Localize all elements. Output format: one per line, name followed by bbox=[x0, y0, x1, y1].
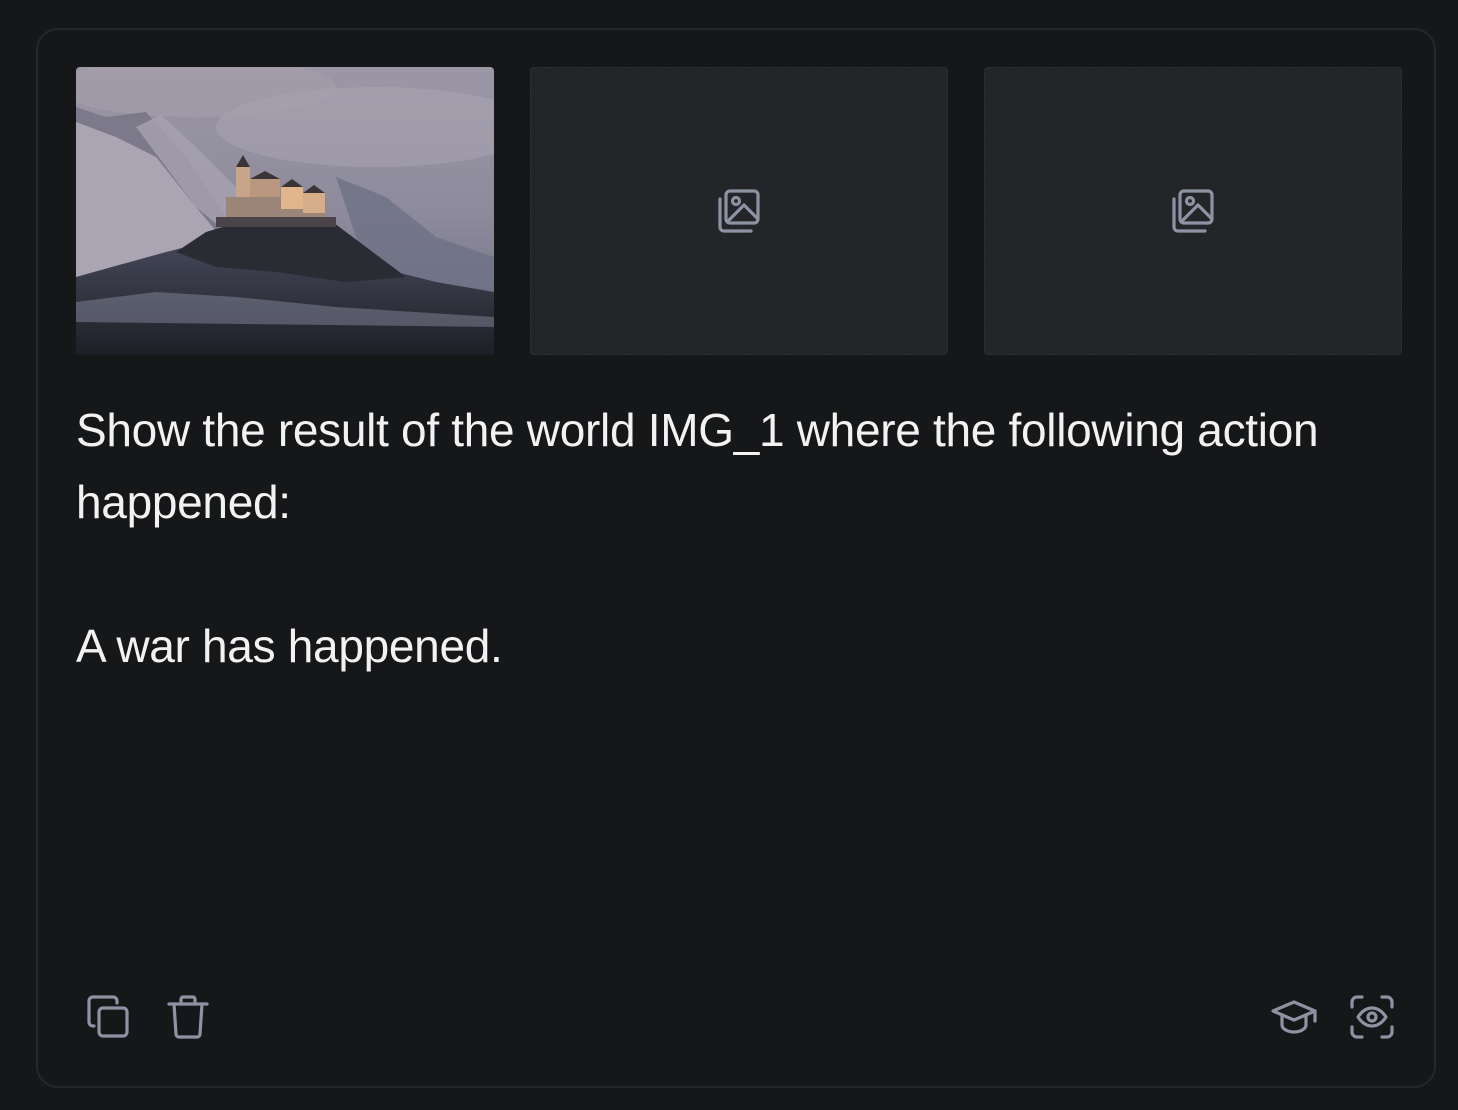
preview-button[interactable] bbox=[1348, 992, 1396, 1042]
thumbnail-image-1[interactable] bbox=[76, 67, 494, 355]
image-placeholder-icon bbox=[1172, 189, 1214, 233]
eye-scan-icon bbox=[1350, 995, 1394, 1039]
prompt-spacer bbox=[76, 538, 1406, 610]
prompt-line-1: Show the result of the world IMG_1 where… bbox=[76, 404, 1319, 528]
toolbar-left bbox=[84, 992, 212, 1042]
castle-landscape-image bbox=[76, 67, 494, 355]
copy-icon bbox=[87, 995, 129, 1038]
prompt-text[interactable]: Show the result of the world IMG_1 where… bbox=[76, 394, 1406, 682]
graduation-cap-icon bbox=[1271, 1000, 1317, 1034]
prompt-card: Show the result of the world IMG_1 where… bbox=[36, 28, 1436, 1088]
toolbar-right bbox=[1270, 992, 1396, 1042]
thumbnail-row bbox=[76, 67, 1402, 355]
trash-icon bbox=[167, 995, 209, 1039]
prompt-line-2: A war has happened. bbox=[76, 620, 503, 672]
image-placeholder-icon bbox=[718, 189, 760, 233]
delete-button[interactable] bbox=[164, 992, 212, 1042]
copy-button[interactable] bbox=[84, 992, 132, 1042]
learn-button[interactable] bbox=[1270, 992, 1318, 1042]
thumbnail-placeholder-3[interactable] bbox=[984, 67, 1402, 355]
thumbnail-placeholder-2[interactable] bbox=[530, 67, 948, 355]
